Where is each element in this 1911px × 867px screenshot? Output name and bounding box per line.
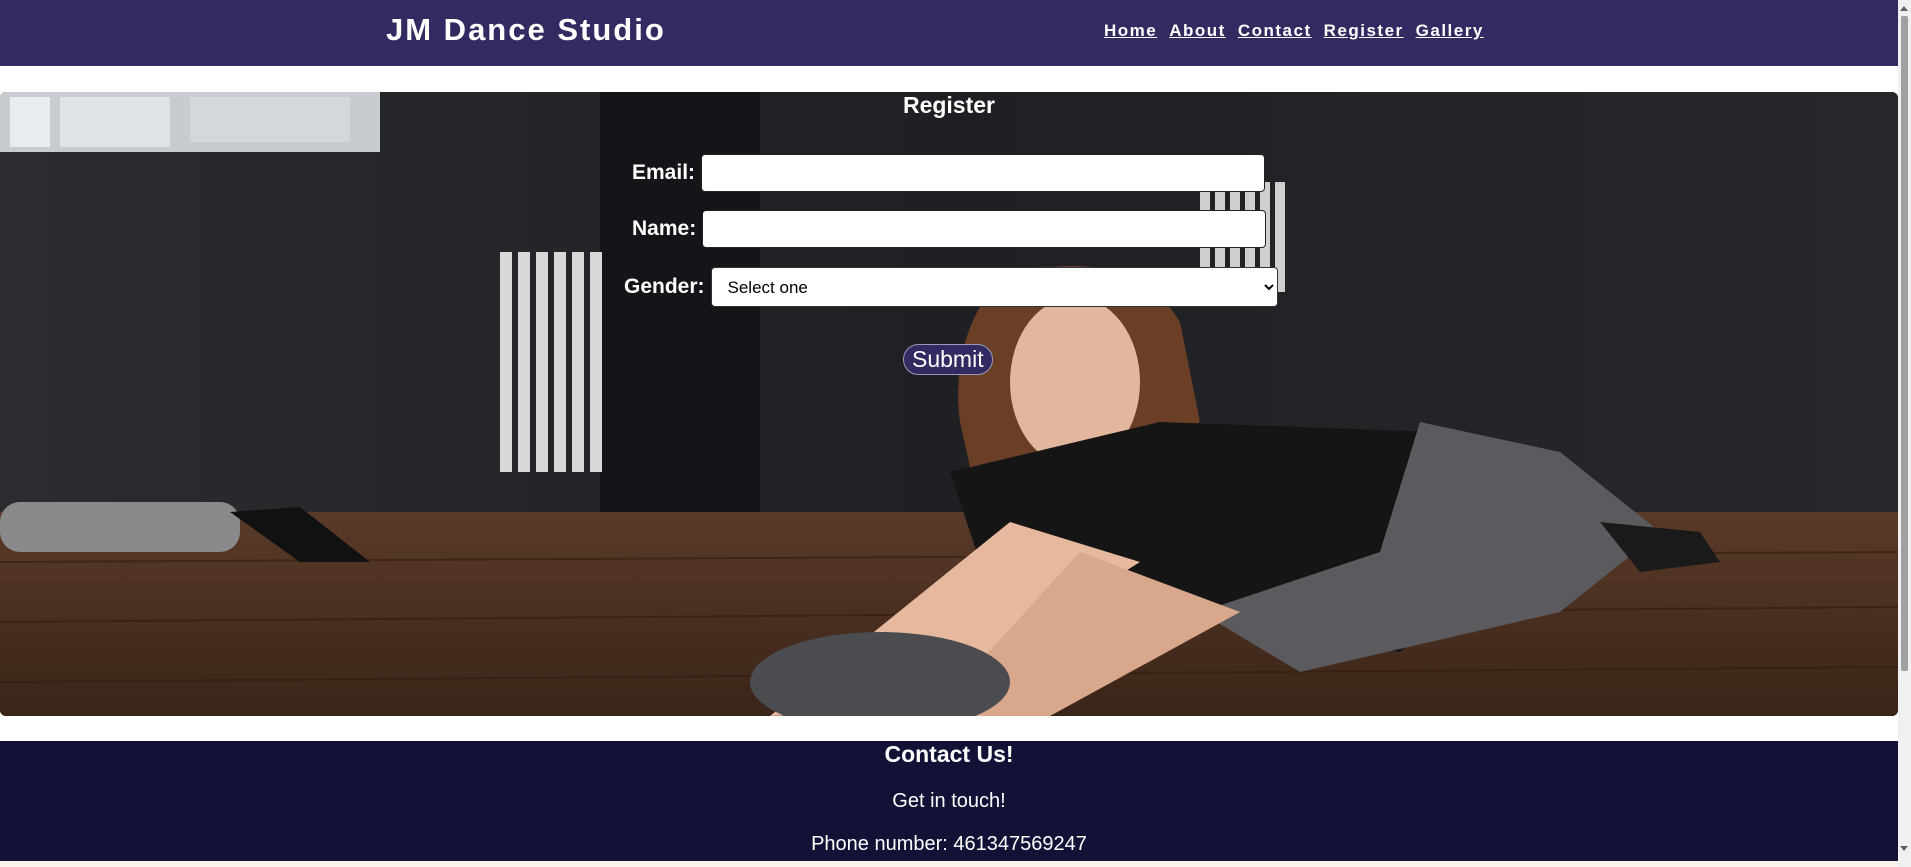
name-row: Name: xyxy=(632,210,1267,248)
email-input[interactable] xyxy=(701,154,1266,192)
email-label: Email: xyxy=(632,161,696,184)
site-header: JM Dance Studio Home About Contact Regis… xyxy=(0,0,1898,66)
gender-label: Gender: xyxy=(624,275,705,298)
nav-link-home[interactable]: Home xyxy=(1104,21,1157,41)
footer-title: Contact Us! xyxy=(884,741,1014,767)
contact-footer: Contact Us! Get in touch! Phone number: … xyxy=(0,741,1898,867)
nav-link-register[interactable]: Register xyxy=(1324,21,1404,41)
footer-subtitle: Get in touch! xyxy=(892,790,1006,812)
vertical-scrollbar[interactable] xyxy=(1898,0,1911,867)
submit-button[interactable]: Submit xyxy=(903,344,993,375)
nav-link-contact[interactable]: Contact xyxy=(1238,21,1312,41)
nav-link-about[interactable]: About xyxy=(1169,21,1226,41)
triangle-up-icon[interactable] xyxy=(1900,6,1908,11)
triangle-down-icon[interactable] xyxy=(1900,846,1908,851)
name-label: Name: xyxy=(632,217,697,240)
email-row: Email: xyxy=(632,154,1266,192)
register-form-title: Register xyxy=(902,92,996,118)
nav-link-gallery[interactable]: Gallery xyxy=(1416,21,1484,41)
page-bottom-strip xyxy=(0,861,1898,867)
register-hero: Register Email: Name: Gender: Select one… xyxy=(0,92,1898,716)
scrollbar-thumb[interactable] xyxy=(1901,16,1908,671)
gender-row: Gender: Select one xyxy=(624,267,1278,307)
site-logo[interactable]: JM Dance Studio xyxy=(386,12,666,48)
gender-select[interactable]: Select one xyxy=(710,267,1278,307)
main-nav: Home About Contact Register Gallery xyxy=(1104,21,1484,41)
name-input[interactable] xyxy=(702,210,1267,248)
footer-phone: Phone number: 461347569247 xyxy=(811,833,1087,855)
